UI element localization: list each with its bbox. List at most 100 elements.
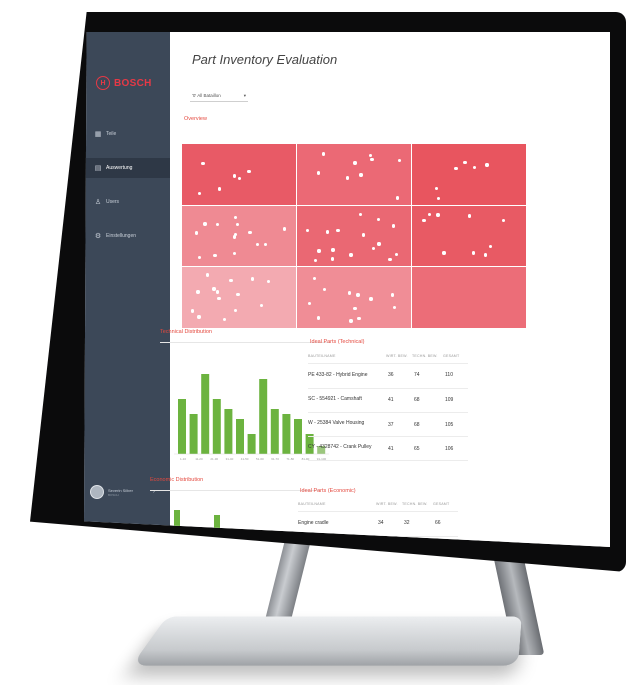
scatter-point[interactable] xyxy=(454,166,458,171)
scatter-point[interactable] xyxy=(436,213,440,217)
scatter-point[interactable] xyxy=(391,224,396,228)
scatter-point[interactable] xyxy=(370,157,374,161)
scatter-point[interactable] xyxy=(316,316,321,320)
scatter-point[interactable] xyxy=(233,232,238,236)
table-header[interactable]: GESAMT xyxy=(443,354,459,358)
scatter-point[interactable] xyxy=(203,222,207,226)
overview-cell[interactable] xyxy=(182,267,296,328)
bar[interactable] xyxy=(224,409,233,454)
scatter-point[interactable] xyxy=(237,176,241,181)
overview-cell[interactable] xyxy=(412,267,526,328)
table-header[interactable]: GESAMT xyxy=(433,502,449,506)
score-cell: 105 xyxy=(445,421,454,428)
bar[interactable] xyxy=(270,409,279,454)
bar[interactable] xyxy=(189,414,198,454)
table-header[interactable]: WIRT. BEW. xyxy=(376,502,398,506)
scatter-point[interactable] xyxy=(349,253,353,257)
bar[interactable] xyxy=(259,379,268,454)
score-cell: 36 xyxy=(388,372,394,378)
scatter-point[interactable] xyxy=(229,278,233,282)
sidebar-item-label: Users xyxy=(106,199,120,205)
scatter-point[interactable] xyxy=(317,249,321,253)
scatter-point[interactable] xyxy=(213,253,217,258)
scatter-point[interactable] xyxy=(353,161,357,165)
technical-distribution-title: Technical Distribution xyxy=(160,329,212,335)
bar[interactable] xyxy=(212,399,221,454)
overview-cell[interactable] xyxy=(412,144,526,205)
table-header[interactable]: BAUTEILNAME xyxy=(298,502,326,506)
divider xyxy=(150,490,320,491)
scatter-point[interactable] xyxy=(345,176,350,180)
scatter-point[interactable] xyxy=(377,242,381,246)
economic-distribution-title: Economic Distribution xyxy=(150,477,204,483)
score-cell: 66 xyxy=(435,520,441,526)
sidebar-item-auswertung[interactable]: ▤ Auswertung xyxy=(84,158,170,178)
score-cell: 37 xyxy=(388,421,394,428)
score-cell: 110 xyxy=(445,372,453,378)
scatter-point[interactable] xyxy=(349,319,353,323)
scatter-point[interactable] xyxy=(190,309,195,313)
score-cell: 74 xyxy=(414,372,420,378)
scatter-point[interactable] xyxy=(247,169,251,173)
scatter-point[interactable] xyxy=(217,187,221,191)
x-tick-label: 31-40 xyxy=(226,457,234,461)
bar[interactable] xyxy=(236,419,244,454)
table-header[interactable]: TECHN. BEW. xyxy=(402,502,428,506)
brand-name: BOSCH xyxy=(114,77,152,89)
part-name-cell: PE 433-82 - Hybrid Engine xyxy=(308,372,368,378)
scatter-point[interactable] xyxy=(369,297,373,301)
x-tick-label: 71-80 xyxy=(286,457,294,461)
user-profile[interactable]: Severin Silber BOSCH › xyxy=(90,485,155,499)
bar[interactable] xyxy=(201,374,210,454)
scatter-point[interactable] xyxy=(356,293,360,297)
scatter-point[interactable] xyxy=(357,316,361,320)
scatter-point[interactable] xyxy=(442,251,446,255)
overview-matrix[interactable] xyxy=(182,144,527,329)
scatter-point[interactable] xyxy=(197,315,201,319)
scatter-point[interactable] xyxy=(331,248,335,252)
scatter-point[interactable] xyxy=(330,257,335,261)
bar[interactable] xyxy=(178,399,186,454)
score-cell: 109 xyxy=(445,396,454,403)
bar[interactable] xyxy=(294,419,302,454)
scatter-point[interactable] xyxy=(388,257,392,262)
table-header[interactable]: BAUTEILNAME xyxy=(308,354,336,358)
scatter-point[interactable] xyxy=(194,231,198,235)
scatter-point[interactable] xyxy=(371,246,375,251)
scatter-point[interactable] xyxy=(232,174,237,178)
scatter-point[interactable] xyxy=(353,306,357,311)
scatter-point[interactable] xyxy=(485,163,489,167)
scatter-point[interactable] xyxy=(336,228,340,233)
scatter-point[interactable] xyxy=(201,161,205,166)
scatter-point[interactable] xyxy=(325,230,330,234)
bar[interactable] xyxy=(282,414,291,454)
scatter-point[interactable] xyxy=(316,171,321,175)
scatter-point[interactable] xyxy=(248,230,252,235)
table-header[interactable]: TECHN. BEW. xyxy=(412,354,438,358)
scatter-point[interactable] xyxy=(232,251,236,256)
divider xyxy=(160,342,330,343)
scatter-point[interactable] xyxy=(196,290,200,294)
table-header[interactable]: WIRT. BEW. xyxy=(386,354,408,358)
scatter-point[interactable] xyxy=(347,291,352,295)
sidebar-item-einstellungen[interactable]: ⚙ Einstellungen xyxy=(84,226,170,246)
scatter-point[interactable] xyxy=(233,308,238,312)
bar[interactable] xyxy=(247,434,256,454)
overview-cell[interactable] xyxy=(297,144,411,205)
chevron-down-icon: ▾ xyxy=(243,92,246,98)
overview-cell[interactable] xyxy=(297,205,411,267)
scatter-point[interactable] xyxy=(282,227,287,231)
scatter-point[interactable] xyxy=(359,173,363,177)
sidebar-item-teile[interactable]: ▦ Teile xyxy=(84,124,170,144)
table-row[interactable] xyxy=(308,366,468,390)
scatter-point[interactable] xyxy=(467,214,472,218)
scatter-point[interactable] xyxy=(390,293,395,297)
scatter-point[interactable] xyxy=(217,296,221,300)
filter-select[interactable]: '0' All Bataillon ▾ xyxy=(190,90,248,102)
overview-cell[interactable] xyxy=(182,144,296,205)
scatter-point[interactable] xyxy=(259,303,263,308)
sidebar-item-users[interactable]: ♙ Users xyxy=(84,192,170,212)
brand-logo[interactable]: H BOSCH xyxy=(96,76,152,90)
scatter-point[interactable] xyxy=(250,277,254,281)
score-cell: 65 xyxy=(414,446,420,453)
